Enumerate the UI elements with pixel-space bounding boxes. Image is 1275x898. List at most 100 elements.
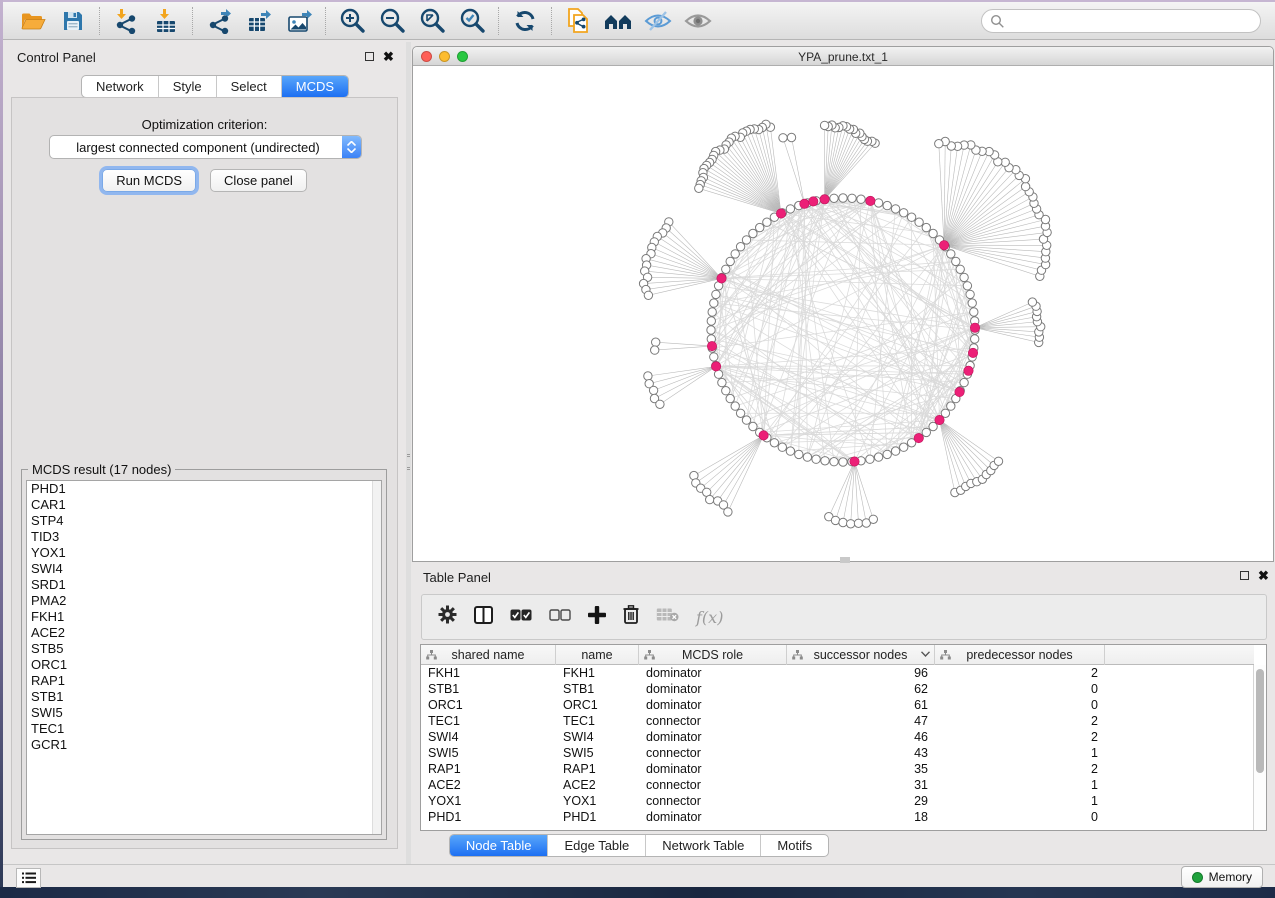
table-row[interactable]: FKH1FKH1dominator962 <box>421 665 1254 681</box>
network-desktop: YPA_prune.txt_1 <box>411 42 1275 562</box>
tab-mcds[interactable]: MCDS <box>282 76 348 97</box>
table-row[interactable]: SWI5SWI5connector431 <box>421 745 1254 761</box>
mcds-list-scrollbar[interactable] <box>372 481 381 834</box>
table-cell: connector <box>639 713 787 729</box>
delete-column-button[interactable] <box>623 605 639 629</box>
zoom-out-icon <box>379 7 406 34</box>
mcds-result-item[interactable]: CAR1 <box>27 497 381 513</box>
search-icon <box>990 14 1005 29</box>
tab-motifs[interactable]: Motifs <box>761 835 828 856</box>
mcds-result-item[interactable]: STP4 <box>27 513 381 529</box>
table-row[interactable]: YOX1YOX1connector291 <box>421 793 1254 809</box>
tab-style[interactable]: Style <box>159 76 217 97</box>
mcds-result-item[interactable]: ACE2 <box>27 625 381 641</box>
open-file-button[interactable] <box>13 5 53 37</box>
table-panel-close-icon[interactable]: ✖ <box>1258 571 1269 580</box>
tab-edge-table[interactable]: Edge Table <box>548 835 646 856</box>
network-hscroll-handle[interactable] <box>840 557 850 563</box>
table-panel-float-icon[interactable] <box>1240 571 1249 580</box>
table-row[interactable]: ACE2ACE2connector311 <box>421 777 1254 793</box>
mcds-result-item[interactable]: PHD1 <box>27 481 381 497</box>
table-row[interactable]: STB1STB1dominator620 <box>421 681 1254 697</box>
mcds-result-item[interactable]: GCR1 <box>27 737 381 753</box>
network-window-title: YPA_prune.txt_1 <box>413 50 1273 64</box>
table-cell: SWI4 <box>556 729 639 745</box>
mcds-result-item[interactable]: SWI5 <box>27 705 381 721</box>
run-mcds-button[interactable]: Run MCDS <box>102 169 196 192</box>
table-scrollbar[interactable] <box>1253 665 1266 830</box>
mcds-result-item[interactable]: ORC1 <box>27 657 381 673</box>
first-neighbors-button[interactable] <box>598 5 638 37</box>
hide-selected-button[interactable] <box>638 5 678 37</box>
tab-network-table[interactable]: Network Table <box>646 835 761 856</box>
import-network-button[interactable] <box>106 5 146 37</box>
table-cell: dominator <box>639 761 787 777</box>
table-cell: 1 <box>935 745 1105 761</box>
search-input[interactable] <box>1005 11 1260 31</box>
duplicate-network-button[interactable] <box>558 5 598 37</box>
table-row[interactable]: ORC1ORC1dominator610 <box>421 697 1254 713</box>
mcds-result-item[interactable]: RAP1 <box>27 673 381 689</box>
memory-button[interactable]: Memory <box>1181 866 1263 888</box>
table-settings-button[interactable] <box>438 605 457 629</box>
table-cell: RAP1 <box>556 761 639 777</box>
function-builder-button[interactable]: f(x) <box>696 608 723 627</box>
tab-select[interactable]: Select <box>217 76 282 97</box>
column-header-successor-nodes[interactable]: successor nodes <box>787 645 935 665</box>
tab-network[interactable]: Network <box>82 76 159 97</box>
show-all-button[interactable] <box>678 5 718 37</box>
main-toolbar <box>3 2 1275 40</box>
zoom-out-button[interactable] <box>372 5 412 37</box>
table-cell: 31 <box>787 777 935 793</box>
zoom-fit-button[interactable] <box>412 5 452 37</box>
import-table-button[interactable] <box>146 5 186 37</box>
table-cell: 47 <box>787 713 935 729</box>
mcds-result-item[interactable]: SRD1 <box>27 577 381 593</box>
first-neighbors-houses-icon <box>603 9 633 33</box>
mcds-result-item[interactable]: FKH1 <box>27 609 381 625</box>
table-cell: dominator <box>639 665 787 681</box>
close-panel-button[interactable]: Close panel <box>210 169 307 192</box>
table-row[interactable]: RAP1RAP1dominator352 <box>421 761 1254 777</box>
table-cell: 35 <box>787 761 935 777</box>
mcds-result-item[interactable]: TID3 <box>27 529 381 545</box>
mcds-result-item[interactable]: SWI4 <box>27 561 381 577</box>
export-network-button[interactable] <box>199 5 239 37</box>
zoom-selected-button[interactable] <box>452 5 492 37</box>
add-column-button[interactable] <box>588 606 606 629</box>
mcds-result-item[interactable]: PMA2 <box>27 593 381 609</box>
delete-table-button[interactable] <box>656 607 679 627</box>
zoom-in-button[interactable] <box>332 5 372 37</box>
mcds-result-item[interactable]: YOX1 <box>27 545 381 561</box>
column-header-shared-name[interactable]: shared name <box>421 645 556 665</box>
deselect-all-checkboxes-button[interactable] <box>549 608 571 626</box>
show-columns-button[interactable] <box>474 606 493 629</box>
select-all-checkboxes-button[interactable] <box>510 608 532 626</box>
refresh-layout-button[interactable] <box>505 5 545 37</box>
table-scrollbar-thumb[interactable] <box>1256 669 1264 773</box>
table-row[interactable]: TEC1TEC1connector472 <box>421 713 1254 729</box>
table-row[interactable]: PHD1PHD1dominator180 <box>421 809 1254 825</box>
export-table-button[interactable] <box>239 5 279 37</box>
network-canvas[interactable] <box>413 67 1273 561</box>
column-header-MCDS-role[interactable]: MCDS role <box>639 645 787 665</box>
column-header-name[interactable]: name <box>556 645 639 665</box>
save-session-button[interactable] <box>53 5 93 37</box>
network-window-titlebar[interactable]: YPA_prune.txt_1 <box>413 47 1273 66</box>
table-cell: 61 <box>787 697 935 713</box>
optimization-criterion-label: Optimization criterion: <box>12 117 397 132</box>
criterion-dropdown[interactable]: largest connected component (undirected) <box>49 135 362 159</box>
export-image-button[interactable] <box>279 5 319 37</box>
column-header-predecessor-nodes[interactable]: predecessor nodes <box>935 645 1105 665</box>
table-cell: 1 <box>935 777 1105 793</box>
table-cell: ORC1 <box>556 697 639 713</box>
mcds-result-item[interactable]: STB5 <box>27 641 381 657</box>
zoom-fit-icon <box>419 7 446 34</box>
task-history-button[interactable] <box>16 868 41 888</box>
table-row[interactable]: SWI4SWI4dominator462 <box>421 729 1254 745</box>
mcds-result-item[interactable]: TEC1 <box>27 721 381 737</box>
mcds-result-item[interactable]: STB1 <box>27 689 381 705</box>
control-panel-close-icon[interactable]: ✖ <box>383 52 394 61</box>
control-panel-float-icon[interactable] <box>365 52 374 61</box>
tab-node-table[interactable]: Node Table <box>450 835 549 856</box>
